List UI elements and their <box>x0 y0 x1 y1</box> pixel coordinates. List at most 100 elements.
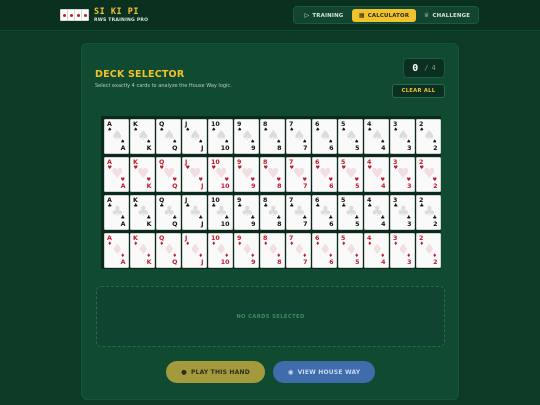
playing-card[interactable]: K ♥ ♥ ♥ K <box>130 157 155 192</box>
card-rank: 9 <box>251 221 256 228</box>
card-rank: K <box>146 183 152 190</box>
playing-card[interactable]: 8 ♦ ♦ ♦ 8 <box>260 233 285 268</box>
page-title: DECK SELECTOR <box>95 69 185 80</box>
playing-card[interactable]: 8 ♠ ♠ ♠ 8 <box>260 119 285 154</box>
playing-card[interactable]: 9 ♠ ♠ ♠ 9 <box>234 119 259 154</box>
playing-card[interactable]: 6 ♣ ♣ ♣ 6 <box>312 195 337 230</box>
deck-selector-panel: DECK SELECTOR Select exactly 4 cards to … <box>81 43 459 400</box>
playing-card[interactable]: 2 ♠ ♠ ♠ 2 <box>416 119 441 154</box>
play-hand-label: PLAY THIS HAND <box>190 368 250 376</box>
money-bag-icon: ● <box>181 368 187 376</box>
playing-card[interactable]: Q ♣ ♣ ♣ Q <box>156 195 181 230</box>
trophy-icon: ♕ <box>423 12 430 19</box>
card-rank: 4 <box>381 183 386 190</box>
card-rank: 5 <box>355 145 360 152</box>
card-rank: 4 <box>381 221 386 228</box>
playing-card[interactable]: 9 ♥ ♥ ♥ 9 <box>234 157 259 192</box>
playing-card[interactable]: 4 ♦ ♦ ♦ 4 <box>364 233 389 268</box>
calculator-icon: ▦ <box>358 12 365 19</box>
playing-card[interactable]: 4 ♣ ♣ ♣ 4 <box>364 195 389 230</box>
playing-card[interactable]: J ♥ ♥ ♥ J <box>182 157 207 192</box>
house-way-label: VIEW HOUSE WAY <box>297 368 361 376</box>
playing-card[interactable]: 6 ♦ ♦ ♦ 6 <box>312 233 337 268</box>
playing-card[interactable]: K ♠ ♠ ♠ K <box>130 119 155 154</box>
playing-card[interactable]: 10 ♥ ♥ ♥ 10 <box>208 157 233 192</box>
card-rank: 10 <box>220 145 230 152</box>
empty-selection-label: NO CARDS SELECTED <box>236 313 305 320</box>
card-rank: 5 <box>355 183 360 190</box>
card-rank: 7 <box>303 145 308 152</box>
tab-training[interactable]: ▷ TRAINING <box>298 9 350 22</box>
playing-card[interactable]: 5 ♥ ♥ ♥ 5 <box>338 157 363 192</box>
card-rank: J <box>201 259 204 266</box>
playing-card[interactable]: 5 ♦ ♦ ♦ 5 <box>338 233 363 268</box>
playing-card[interactable]: K ♣ ♣ ♣ K <box>130 195 155 230</box>
playing-card[interactable]: 7 ♣ ♣ ♣ 7 <box>286 195 311 230</box>
playing-card[interactable]: 3 ♠ ♠ ♠ 3 <box>390 119 415 154</box>
card-rank: 4 <box>381 145 386 152</box>
clear-all-button[interactable]: CLEAR ALL <box>392 84 445 98</box>
card-rank: 6 <box>329 145 334 152</box>
playing-card[interactable]: A ♠ ♠ ♠ A <box>104 119 129 154</box>
playing-card[interactable]: 2 ♥ ♥ ♥ 2 <box>416 157 441 192</box>
playing-card[interactable]: 9 ♦ ♦ ♦ 9 <box>234 233 259 268</box>
playing-card[interactable]: 10 ♦ ♦ ♦ 10 <box>208 233 233 268</box>
playing-card[interactable]: A ♦ ♦ ♦ A <box>104 233 129 268</box>
playing-card[interactable]: 4 ♥ ♥ ♥ 4 <box>364 157 389 192</box>
playing-card[interactable]: J ♣ ♣ ♣ J <box>182 195 207 230</box>
playing-card[interactable]: 3 ♦ ♦ ♦ 3 <box>390 233 415 268</box>
deck-grid: A ♠ ♠ ♠ A K ♠ ♠ ♠ K Q ♠ ♠ ♠ Q J ♠ ♠ ♠ J 10 ♠ ♠ ♠ 10 9 ♠ ♠ ♠ 9 8 ♠ ♠ ♠ 8 7 ♠ ♠… <box>101 116 441 269</box>
playing-card[interactable]: A ♥ ♥ ♥ A <box>104 157 129 192</box>
playing-card[interactable]: K ♦ ♦ ♦ K <box>130 233 155 268</box>
card-rank: 5 <box>355 259 360 266</box>
playing-card[interactable]: 7 ♥ ♥ ♥ 7 <box>286 157 311 192</box>
playing-card[interactable]: Q ♦ ♦ ♦ Q <box>156 233 181 268</box>
card-rank: J <box>201 221 204 228</box>
card-rank: 2 <box>433 145 438 152</box>
playing-card[interactable]: 10 ♣ ♣ ♣ 10 <box>208 195 233 230</box>
counter-separator: / <box>424 64 429 72</box>
eye-icon: ◉ <box>287 368 294 376</box>
card-rank: 6 <box>329 259 334 266</box>
playing-card[interactable]: J ♠ ♠ ♠ J <box>182 119 207 154</box>
playing-card[interactable]: J ♦ ♦ ♦ J <box>182 233 207 268</box>
page-subtitle: Select exactly 4 cards to analyze the Ho… <box>95 83 232 89</box>
card-rank: 6 <box>329 221 334 228</box>
playing-card[interactable]: 4 ♠ ♠ ♠ 4 <box>364 119 389 154</box>
card-rank: K <box>146 221 152 228</box>
tab-calculator[interactable]: ▦ CALCULATOR <box>352 9 416 22</box>
playing-card[interactable]: 8 ♥ ♥ ♥ 8 <box>260 157 285 192</box>
card-rank: A <box>120 183 126 190</box>
card-rank: Q <box>172 221 178 228</box>
cards-logo-icon <box>60 8 89 22</box>
playing-card[interactable]: 2 ♦ ♦ ♦ 2 <box>416 233 441 268</box>
playing-card[interactable]: 3 ♣ ♣ ♣ 3 <box>390 195 415 230</box>
card-rank: Q <box>172 183 178 190</box>
tab-label: CHALLENGE <box>432 12 471 19</box>
card-rank: Q <box>172 145 178 152</box>
playing-card[interactable]: 7 ♠ ♠ ♠ 7 <box>286 119 311 154</box>
playing-card[interactable]: 5 ♠ ♠ ♠ 5 <box>338 119 363 154</box>
card-rank: A <box>120 145 126 152</box>
playing-card[interactable]: 6 ♥ ♥ ♥ 6 <box>312 157 337 192</box>
card-rank: 2 <box>433 183 438 190</box>
tab-label: CALCULATOR <box>367 12 410 19</box>
playing-card[interactable]: A ♣ ♣ ♣ A <box>104 195 129 230</box>
tab-label: TRAINING <box>312 12 344 19</box>
play-hand-button[interactable]: ● PLAY THIS HAND <box>166 361 265 383</box>
app-subtitle: RWS TRAINING PRO <box>94 18 149 23</box>
playing-card[interactable]: 2 ♣ ♣ ♣ 2 <box>416 195 441 230</box>
tab-challenge[interactable]: ♕ CHALLENGE <box>418 9 476 22</box>
total-count: 4 <box>431 64 436 72</box>
card-rank: A <box>120 221 126 228</box>
playing-card[interactable]: 3 ♥ ♥ ♥ 3 <box>390 157 415 192</box>
view-house-way-button[interactable]: ◉ VIEW HOUSE WAY <box>273 361 375 383</box>
playing-card[interactable]: 6 ♠ ♠ ♠ 6 <box>312 119 337 154</box>
playing-card[interactable]: 8 ♣ ♣ ♣ 8 <box>260 195 285 230</box>
playing-card[interactable]: 5 ♣ ♣ ♣ 5 <box>338 195 363 230</box>
playing-card[interactable]: 9 ♣ ♣ ♣ 9 <box>234 195 259 230</box>
playing-card[interactable]: 10 ♠ ♠ ♠ 10 <box>208 119 233 154</box>
playing-card[interactable]: Q ♠ ♠ ♠ Q <box>156 119 181 154</box>
playing-card[interactable]: Q ♥ ♥ ♥ Q <box>156 157 181 192</box>
playing-card[interactable]: 7 ♦ ♦ ♦ 7 <box>286 233 311 268</box>
